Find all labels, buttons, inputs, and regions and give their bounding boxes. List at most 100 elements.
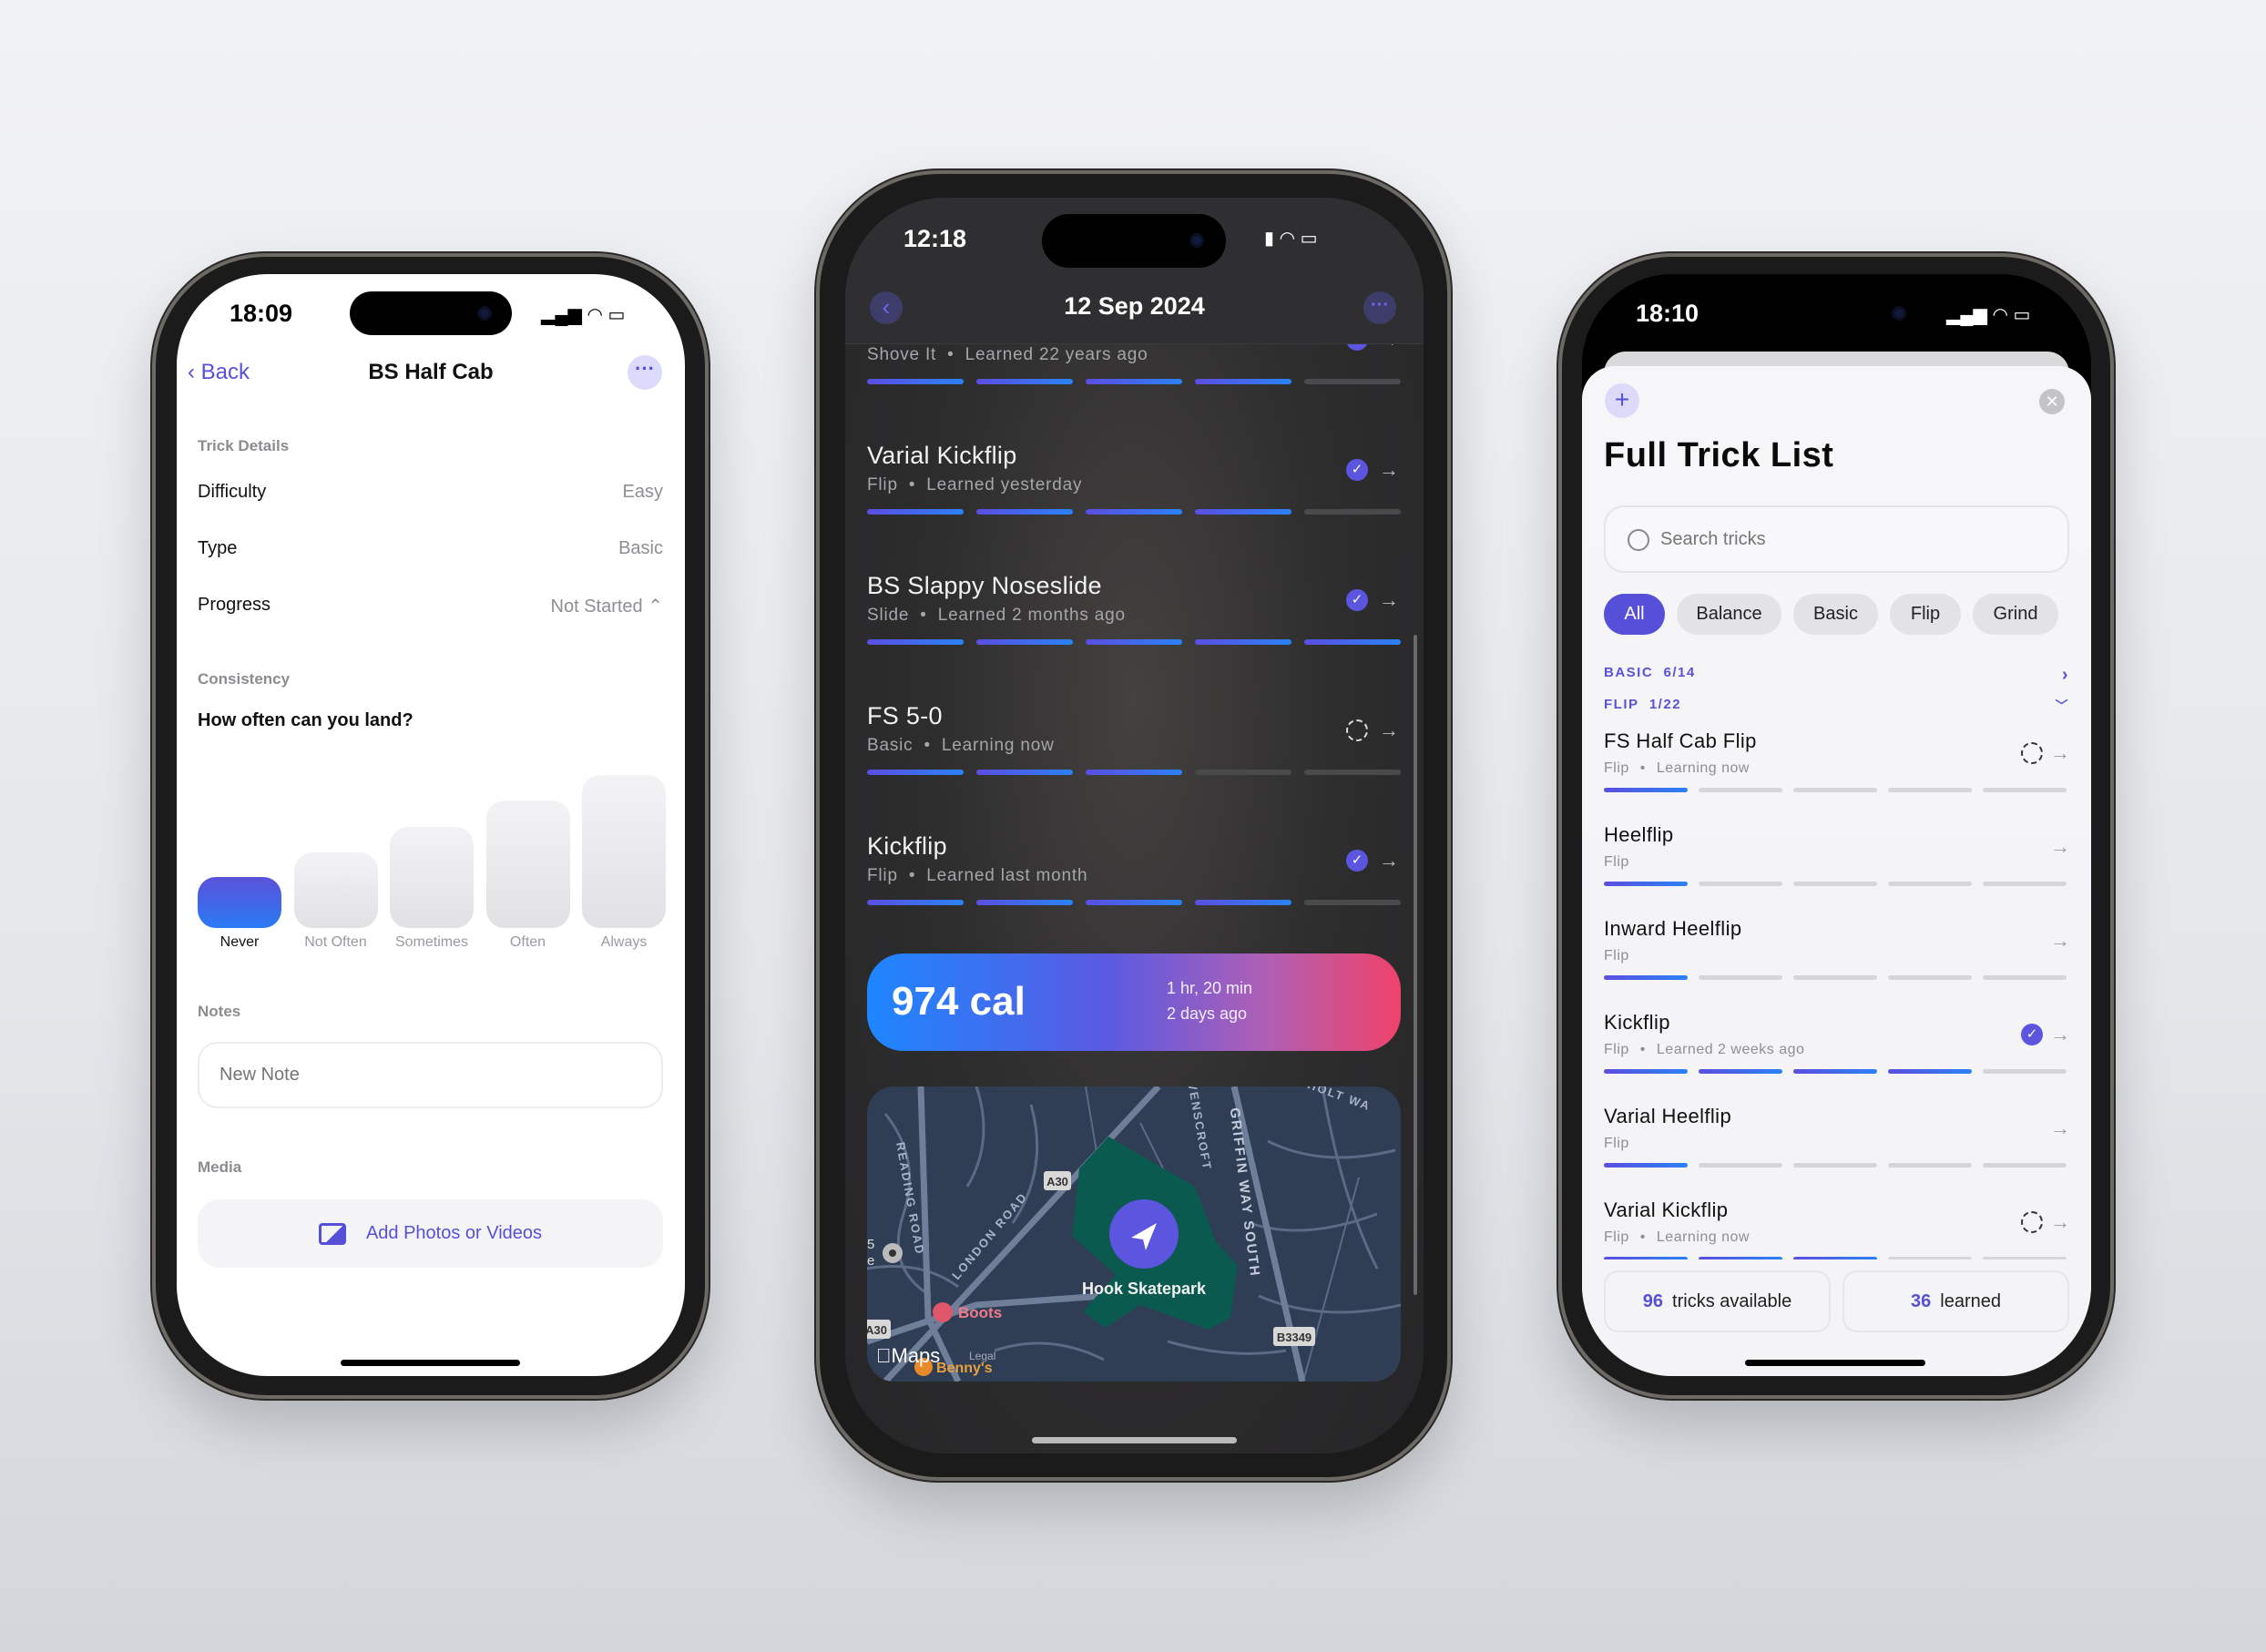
section-media: Media bbox=[198, 1158, 242, 1176]
progress-segment bbox=[1793, 882, 1877, 886]
progress-segment bbox=[976, 379, 1073, 384]
section-consistency: Consistency bbox=[198, 670, 291, 688]
trick-subtitle: Flip bbox=[1604, 1132, 1629, 1156]
trick-subtitle: Flip • Learned yesterday bbox=[867, 473, 1082, 498]
arrow-right-icon[interactable]: → bbox=[2050, 836, 2070, 858]
consistency-option-often[interactable] bbox=[485, 801, 570, 928]
consistency-option-not-often[interactable] bbox=[293, 852, 378, 928]
row-progress[interactable]: Progress Not Started ⌃ bbox=[198, 595, 663, 617]
filter-grind[interactable]: Grind bbox=[1973, 594, 2058, 635]
svg-text:Boots: Boots bbox=[958, 1304, 1002, 1321]
progress-picker[interactable]: Not Started ⌃ bbox=[551, 595, 663, 617]
note-input[interactable] bbox=[198, 1042, 663, 1108]
progress-segment bbox=[1086, 900, 1182, 905]
trick-subtitle: Flip • Learned last month bbox=[867, 863, 1087, 889]
scrollbar[interactable] bbox=[1414, 635, 1417, 1295]
section-flip[interactable]: FLIP 1/22 ﹀ bbox=[1604, 697, 2069, 713]
add-trick-button[interactable]: + bbox=[1605, 383, 1639, 418]
learning-progress-icon bbox=[2021, 742, 2043, 764]
trick-list-item[interactable]: Varial Kickflip Flip • Learning now → bbox=[1604, 1195, 2070, 1268]
consistency-option-label: Sometimes bbox=[394, 934, 469, 950]
more-button[interactable]: ··· bbox=[1363, 291, 1396, 324]
arrow-right-icon[interactable]: → bbox=[2050, 1024, 2070, 1045]
progress-segment bbox=[1304, 900, 1401, 905]
consistency-option-never[interactable] bbox=[198, 877, 281, 928]
trick-list-item[interactable]: Inward Heelflip Flip → bbox=[1604, 913, 2070, 986]
filter-flip[interactable]: Flip bbox=[1890, 594, 1961, 635]
learned-check-icon: ✓ bbox=[1346, 589, 1368, 611]
arrow-right-icon[interactable]: → bbox=[2050, 930, 2070, 952]
separator: • bbox=[1639, 1042, 1646, 1057]
consistency-option-sometimes[interactable] bbox=[390, 827, 474, 928]
close-button[interactable]: ✕ bbox=[2039, 389, 2065, 414]
arrow-right-icon[interactable]: → bbox=[1379, 459, 1399, 481]
trick-name: BS Slappy Noseslide bbox=[867, 572, 1102, 599]
progress-segment bbox=[1793, 1069, 1877, 1074]
consistency-option-always[interactable] bbox=[582, 775, 666, 928]
progress-segment bbox=[1195, 770, 1291, 775]
arrow-right-icon[interactable]: → bbox=[2050, 1211, 2070, 1233]
trick-status-text: Learning now bbox=[1656, 1229, 1750, 1245]
section-trick-details: Trick Details bbox=[198, 437, 290, 454]
trick-name: Heelflip bbox=[1604, 823, 1674, 846]
arrow-right-icon[interactable]: → bbox=[2050, 742, 2070, 764]
progress-segment bbox=[1793, 1163, 1877, 1168]
svg-text:HOLT WA: HOLT WA bbox=[1306, 1086, 1373, 1113]
progress-segment bbox=[1888, 1069, 1972, 1074]
svg-text:B3349: B3349 bbox=[1277, 1331, 1312, 1344]
trick-category: Flip bbox=[1604, 1136, 1629, 1151]
filter-all[interactable]: All bbox=[1604, 594, 1665, 635]
trick-list-item[interactable]: Kickflip Flip • Learned last month ✓ → bbox=[867, 831, 1401, 913]
session-screen: Shove It•Learned 22 years ago✓→Varial Ki… bbox=[845, 198, 1424, 1453]
row-difficulty[interactable]: Difficulty Easy bbox=[198, 482, 663, 503]
search-field[interactable] bbox=[1604, 505, 2069, 573]
progress-segment bbox=[1888, 788, 1972, 792]
trick-subtitle: Basic • Learning now bbox=[867, 733, 1055, 759]
svg-text:5: 5 bbox=[867, 1237, 874, 1252]
arrow-right-icon[interactable]: → bbox=[1379, 850, 1399, 872]
more-button[interactable]: ··· bbox=[628, 355, 662, 390]
filter-balance[interactable]: Balance bbox=[1677, 594, 1781, 635]
progress-segment bbox=[976, 639, 1073, 645]
trick-list-item[interactable]: FS 5-0 Basic • Learning now → bbox=[867, 700, 1401, 782]
trick-status-text: Learned 2 months ago bbox=[937, 606, 1126, 625]
trick-list-item[interactable]: Kickflip Flip • Learned 2 weeks ago ✓ → bbox=[1604, 1007, 2070, 1080]
trick-detail-screen: 18:09 ▂▄▆ ◠ ▭ ‹ Back BS Half Cab ··· Tri… bbox=[177, 274, 685, 1376]
trick-list-item[interactable]: FS Half Cab Flip Flip • Learning now → bbox=[1604, 726, 2070, 799]
apple-maps-logo: Maps bbox=[876, 1344, 940, 1367]
add-media-button[interactable]: Add Photos or Videos bbox=[198, 1199, 663, 1268]
camera bbox=[1892, 306, 1906, 321]
page-title: Full Trick List bbox=[1604, 436, 1834, 474]
progress-segment bbox=[1086, 639, 1182, 645]
arrow-right-icon[interactable]: → bbox=[2050, 1117, 2070, 1139]
arrow-right-icon[interactable]: → bbox=[1379, 589, 1399, 611]
trick-list-item[interactable]: BS Slappy Noseslide Slide • Learned 2 month… bbox=[867, 570, 1401, 652]
separator: • bbox=[1639, 1229, 1646, 1245]
row-type[interactable]: Type Basic bbox=[198, 538, 663, 559]
svg-text:RAVENSCROFT: RAVENSCROFT bbox=[1182, 1086, 1215, 1172]
progress-segment bbox=[1699, 788, 1782, 792]
trick-category: Basic bbox=[867, 736, 914, 755]
trick-subtitle: Flip • Learning now bbox=[1604, 757, 1750, 780]
calorie-card[interactable]: 974 cal 1 hr, 20 min 2 days ago bbox=[867, 953, 1401, 1051]
trick-list-item[interactable]: Heelflip Flip → bbox=[1604, 820, 2070, 892]
progress-segment bbox=[1086, 770, 1182, 775]
filter-basic[interactable]: Basic bbox=[1793, 594, 1878, 635]
progress-segment bbox=[1888, 975, 1972, 980]
trick-list-item[interactable]: Varial Heelflip Flip → bbox=[1604, 1101, 2070, 1174]
trick-list-item[interactable]: Varial Kickflip Flip • Learned yesterday ✓ → bbox=[867, 440, 1401, 522]
arrow-right-icon[interactable]: → bbox=[1379, 719, 1399, 741]
dynamic-island bbox=[1042, 214, 1226, 268]
close-icon: ✕ bbox=[2045, 393, 2059, 411]
learning-progress-icon bbox=[2021, 1211, 2043, 1233]
home-indicator bbox=[341, 1360, 520, 1366]
location-map[interactable]: Hook Skatepark LONDON ROAD READING ROAD … bbox=[867, 1086, 1401, 1382]
trick-subtitle: Flip bbox=[1604, 944, 1629, 968]
separator: • bbox=[947, 345, 954, 364]
section-basic[interactable]: BASIC 6/14 › bbox=[1604, 665, 2069, 685]
trick-name: Kickflip bbox=[867, 832, 947, 860]
svg-text:A30: A30 bbox=[867, 1323, 887, 1337]
section-notes: Notes bbox=[198, 1003, 241, 1020]
search-input[interactable] bbox=[1660, 520, 2043, 558]
progress-segment bbox=[1195, 509, 1291, 515]
